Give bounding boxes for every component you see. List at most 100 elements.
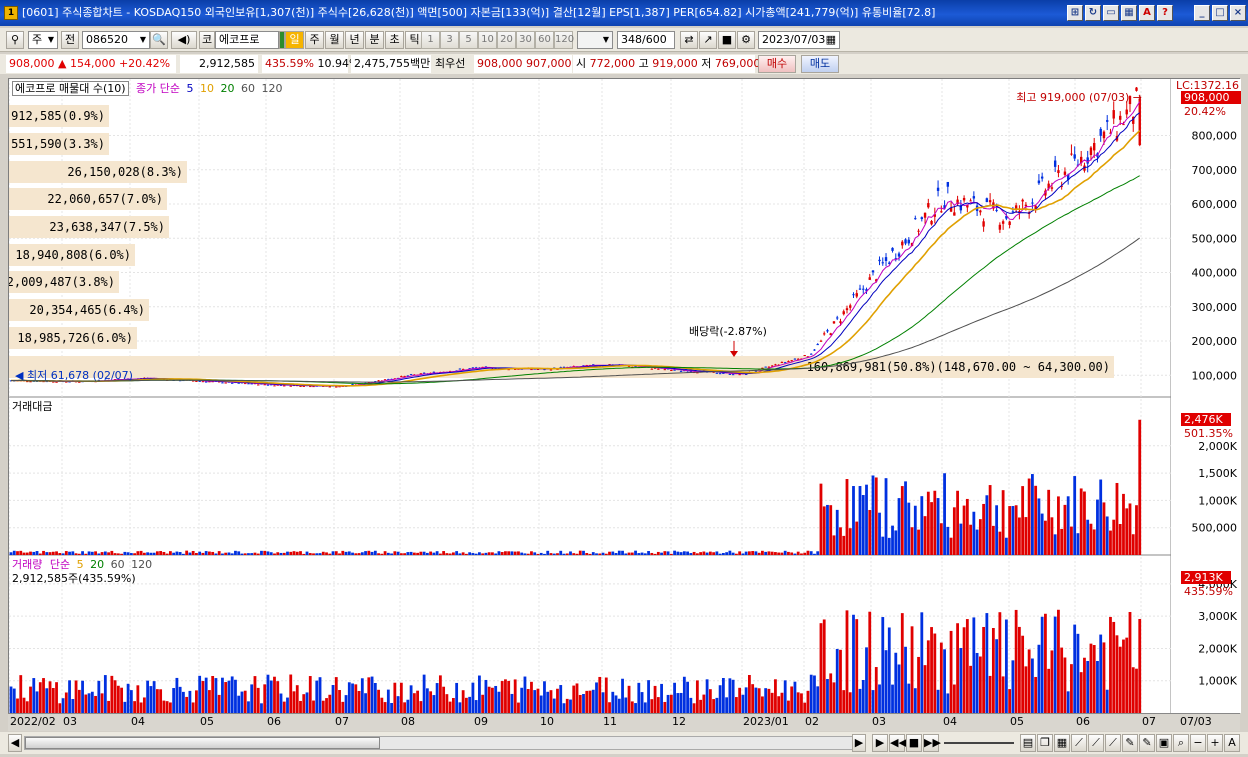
help-icon[interactable]: ? — [1157, 5, 1173, 21]
code-input[interactable]: 086520 ▼ — [82, 31, 150, 49]
volume-bar — [162, 700, 166, 713]
speaker-icon[interactable]: ◀) — [171, 31, 197, 49]
volume-bar — [149, 686, 153, 713]
amount-bar — [565, 553, 569, 555]
volume-bar — [738, 687, 742, 713]
interval-button-2[interactable]: 월 — [325, 31, 344, 49]
minus-icon[interactable]: − — [1190, 734, 1206, 752]
trend-icon[interactable]: ↗ — [699, 31, 717, 49]
tile-icon[interactable]: ▦ — [1054, 734, 1070, 752]
amount-bar — [461, 552, 465, 555]
volume-bar — [435, 683, 439, 713]
amount-bar — [81, 551, 84, 555]
all-button[interactable]: 전 — [61, 31, 79, 49]
draw-line-icon[interactable]: ⟋ — [1071, 734, 1087, 752]
amount-bar — [126, 552, 130, 555]
amount-bar — [962, 505, 966, 555]
amount-bar — [617, 550, 621, 555]
candle-body — [839, 321, 842, 323]
amount-bar — [1034, 485, 1038, 555]
image-icon[interactable]: ▣ — [1156, 734, 1172, 752]
volume-bar — [266, 674, 270, 713]
rewind-icon[interactable]: ◀◀ — [889, 734, 907, 752]
amount-bar — [42, 550, 45, 555]
chart-area[interactable]: 800,000 700,000 600,000 500,000 400,000 300,0… — [0, 78, 1241, 731]
number-button-30[interactable]: 30 — [516, 31, 535, 49]
period-unit-select[interactable]: 주 ▼ — [28, 31, 58, 49]
chart-canvas[interactable]: 800,000 700,000 600,000 500,000 400,000 300,0… — [0, 79, 1241, 731]
interval-button-1[interactable]: 주 — [305, 31, 324, 49]
number-button-20[interactable]: 20 — [497, 31, 516, 49]
grid-icon[interactable]: ▦ — [1121, 5, 1137, 21]
count-field[interactable]: 348/600 — [617, 31, 675, 49]
number-button-60[interactable]: 60 — [535, 31, 554, 49]
candle-body — [1040, 176, 1044, 179]
scrollbar-thumb[interactable] — [25, 737, 380, 749]
zoom-slider[interactable] — [944, 742, 1014, 744]
exchange-icon[interactable]: ⇄ — [680, 31, 698, 49]
blank-select[interactable]: ▼ — [577, 31, 613, 49]
scroll-right-icon[interactable]: ▶ — [852, 734, 866, 752]
volume-bar — [230, 676, 234, 713]
layout-icon[interactable]: ▤ — [1020, 734, 1036, 752]
amount-legend[interactable]: 거래대금 — [12, 398, 52, 414]
amount-bar — [84, 553, 88, 555]
restore-button[interactable]: □ — [1212, 5, 1228, 21]
interval-button-0[interactable]: 일 — [285, 31, 304, 49]
amount-bar — [1079, 488, 1083, 555]
amount-bar — [19, 550, 23, 555]
number-button-1[interactable]: 1 — [421, 31, 440, 49]
link-icon[interactable]: ⊞ — [1067, 5, 1083, 21]
number-button-3[interactable]: 3 — [440, 31, 459, 49]
minimize-button[interactable]: _ — [1194, 5, 1210, 21]
amount-bar — [829, 505, 833, 555]
volume-bar — [256, 687, 260, 713]
volume-bar — [16, 698, 19, 713]
stock-name[interactable]: 에코프로 — [215, 31, 279, 49]
draw-ray-icon[interactable]: ⟋ — [1105, 734, 1121, 752]
font-size-icon[interactable]: A — [1224, 734, 1240, 752]
stop-icon[interactable]: ■ — [906, 734, 922, 752]
close-button[interactable]: × — [1230, 5, 1246, 21]
date-field[interactable]: 2023/07/03 ▦ — [758, 31, 840, 49]
x-axis-label: 09 — [474, 715, 488, 728]
price-legend-name[interactable]: 에코프로 매물대 수(10) — [12, 81, 129, 96]
settings-icon[interactable]: ⚙ — [737, 31, 755, 49]
refresh-icon[interactable]: ↻ — [1085, 5, 1101, 21]
x-axis-label: 06 — [267, 715, 281, 728]
number-button-5[interactable]: 5 — [459, 31, 478, 49]
pin-icon[interactable]: ⚲ — [6, 31, 24, 49]
number-button-120[interactable]: 120 — [554, 31, 574, 49]
play-icon[interactable]: ▶ — [872, 734, 888, 752]
volume-bar — [126, 683, 130, 713]
interval-button-4[interactable]: 분 — [365, 31, 384, 49]
buy-button[interactable]: 매수 — [758, 55, 796, 73]
search-icon[interactable]: 🔍 — [150, 31, 168, 49]
draw-pen-icon[interactable]: ✎ — [1122, 734, 1138, 752]
amount-bar — [543, 553, 546, 555]
volume-bar — [276, 681, 280, 713]
sell-button[interactable]: 매도 — [801, 55, 839, 73]
window-icon[interactable]: ▭ — [1103, 5, 1119, 21]
volume-bar — [198, 675, 202, 713]
zoom-icon[interactable]: ⌕ — [1173, 734, 1189, 752]
interval-button-5[interactable]: 초 — [385, 31, 404, 49]
draw-brush-icon[interactable]: ✎ — [1139, 734, 1155, 752]
draw-trend-icon[interactable]: ⟋ — [1088, 734, 1104, 752]
amount-bar — [29, 551, 32, 555]
amount-bar — [1011, 506, 1015, 555]
number-button-10[interactable]: 10 — [478, 31, 497, 49]
amount-bar — [390, 553, 393, 555]
scroll-left-icon[interactable]: ◀ — [8, 734, 22, 752]
interval-button-3[interactable]: 년 — [345, 31, 364, 49]
fast-forward-icon[interactable]: ▶▶ — [923, 734, 941, 752]
font-icon[interactable]: A — [1139, 5, 1155, 21]
save-icon[interactable]: ■ — [718, 31, 736, 49]
copy-icon[interactable]: ❐ — [1037, 734, 1053, 752]
scrollbar-track[interactable] — [24, 736, 866, 750]
volume-bar — [247, 701, 250, 713]
volume-bar — [253, 676, 257, 713]
plus-icon[interactable]: + — [1207, 734, 1223, 752]
volume-bar — [1027, 649, 1031, 713]
candle-body — [273, 385, 276, 387]
